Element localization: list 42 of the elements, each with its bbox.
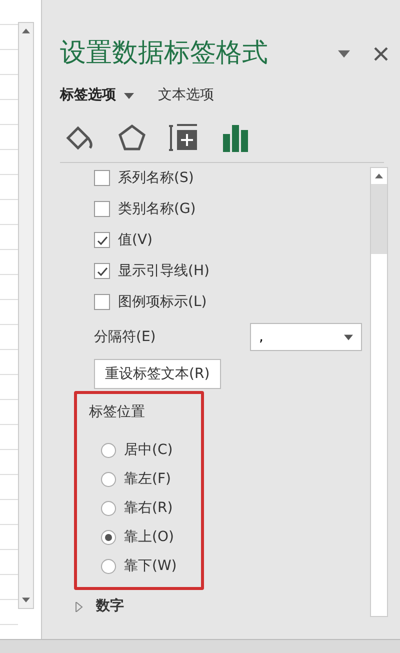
- radio-option[interactable]: 靠上(O): [101, 526, 201, 548]
- radio-option[interactable]: 靠下(W): [101, 555, 201, 577]
- checkbox[interactable]: [94, 232, 110, 248]
- panel-menu-icon: [338, 48, 350, 60]
- radio-option[interactable]: 靠左(F): [101, 468, 201, 490]
- radio-button[interactable]: [101, 558, 116, 574]
- radio-button[interactable]: [101, 442, 116, 458]
- radio-option[interactable]: 居中(C): [101, 439, 201, 461]
- checkbox-option[interactable]: 系列名称(S): [94, 167, 370, 189]
- separator-label: 分隔符(E): [94, 328, 157, 346]
- options-tab[interactable]: 标签选项: [60, 85, 116, 106]
- close-icon[interactable]: [374, 46, 388, 60]
- label-position-heading: 标签位置: [89, 403, 146, 422]
- checkbox[interactable]: [94, 201, 110, 217]
- radio-button[interactable]: [101, 472, 116, 486]
- panel-title: 设置数据标签格式: [60, 37, 269, 70]
- scrollbar-thumb[interactable]: [371, 184, 387, 254]
- checkbox[interactable]: [94, 263, 110, 279]
- checkbox[interactable]: [94, 170, 110, 186]
- scroll-up-icon: [375, 172, 383, 180]
- scroll-down-icon: [22, 596, 30, 604]
- radio-button[interactable]: [101, 530, 116, 544]
- dropdown-caret-icon: [124, 90, 134, 100]
- checkbox-option[interactable]: 值(V): [94, 229, 370, 251]
- scrollbar[interactable]: [18, 22, 34, 609]
- size-position-icon[interactable]: [168, 122, 200, 154]
- radio-option[interactable]: 靠右(R): [101, 497, 201, 519]
- scrollbar[interactable]: [370, 167, 388, 617]
- checkbox-option[interactable]: 显示引导线(H): [94, 260, 370, 282]
- checkmark-icon: [96, 234, 108, 246]
- number-section-header[interactable]: 数字: [74, 596, 370, 617]
- options-tab[interactable]: 文本选项: [158, 85, 214, 106]
- separator-dropdown[interactable]: ,: [250, 323, 362, 351]
- checkbox[interactable]: [94, 294, 110, 310]
- scroll-up-icon: [22, 27, 30, 35]
- dropdown-caret-icon: [344, 332, 353, 342]
- checkbox-option[interactable]: 图例项标示(L): [94, 291, 370, 313]
- checkmark-icon: [96, 266, 108, 276]
- reset-label-text-button[interactable]: 重设标签文本(R): [94, 359, 221, 389]
- checkbox-option[interactable]: 类别名称(G): [94, 198, 370, 220]
- expand-arrow-icon: [74, 602, 84, 612]
- radio-button[interactable]: [101, 500, 116, 516]
